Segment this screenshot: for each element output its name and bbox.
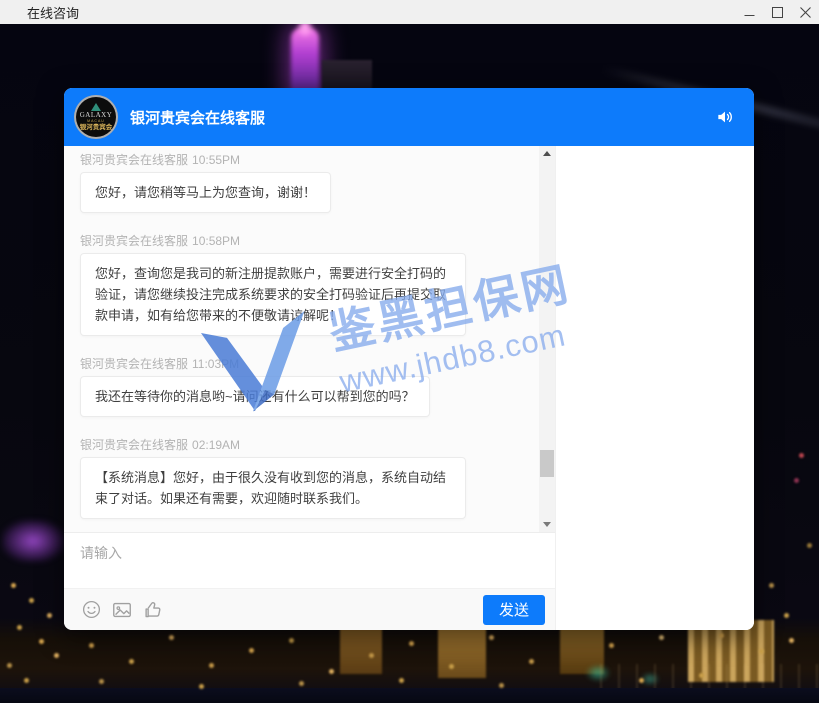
minimize-button[interactable] — [735, 0, 763, 24]
message-time: 10:58PM — [192, 234, 240, 248]
message-sender: 银河贵宾会在线客服 — [80, 153, 188, 167]
chat-window: 在线咨询 — [0, 0, 819, 703]
sound-toggle[interactable] — [714, 106, 736, 128]
thumbs-up-button[interactable] — [142, 599, 164, 621]
window-controls — [735, 0, 819, 24]
message-group: 银河贵宾会在线客服 10:58PM 您好，查询您是我司的新注册提款账户，需要进行安… — [80, 235, 525, 336]
logo-sub: MACAU — [87, 120, 105, 124]
window-title: 在线咨询 — [27, 3, 79, 22]
message-input-area — [64, 532, 555, 588]
close-icon — [800, 7, 811, 18]
maximize-icon — [772, 7, 783, 18]
photo-gold-building — [438, 622, 486, 678]
logo-cn: 银河贵宾会 — [80, 125, 113, 132]
speaker-icon — [715, 107, 735, 127]
message-text: 我还在等待你的消息哟~请问还有什么可以帮到您的吗？ — [95, 386, 415, 407]
message-group: 银河贵宾会在线客服 10:55PM 您好，请您稍等马上为您查询，谢谢！ — [80, 154, 525, 213]
emoji-icon — [81, 599, 102, 620]
message-meta: 银河贵宾会在线客服 10:55PM — [80, 154, 525, 167]
message-group: 银河贵宾会在线客服 02:19AM 【系统消息】您好，由于很久没有收到您的消息，系… — [80, 439, 525, 519]
message-time: 02:19AM — [192, 438, 240, 452]
image-upload-button[interactable] — [111, 599, 133, 621]
send-button[interactable]: 发送 — [483, 595, 545, 625]
chat-title: 银河贵宾会在线客服 — [130, 107, 265, 128]
scroll-down-button[interactable] — [539, 517, 555, 532]
chat-body: 银河贵宾会在线客服 10:55PM 您好，请您稍等马上为您查询，谢谢！ 银河贵宾会… — [64, 146, 754, 630]
photo-scattered-lights — [0, 24, 3, 27]
message-meta: 银河贵宾会在线客服 11:03PM — [80, 358, 525, 371]
image-icon — [111, 599, 133, 621]
triangle-down-icon — [543, 522, 551, 527]
message-sender: 银河贵宾会在线客服 — [80, 357, 188, 371]
message-meta: 银河贵宾会在线客服 10:58PM — [80, 235, 525, 248]
message-input[interactable] — [64, 533, 555, 588]
message-text: 您好，查询您是我司的新注册提款账户，需要进行安全打码的验证，请您继续投注完成系统… — [95, 263, 451, 326]
triangle-up-icon — [543, 151, 551, 156]
message-list: 银河贵宾会在线客服 10:55PM 您好，请您稍等马上为您查询，谢谢！ 银河贵宾会… — [64, 146, 555, 519]
photo-gold-building — [340, 624, 382, 674]
message-time: 10:55PM — [192, 153, 240, 167]
message-text: 【系统消息】您好，由于很久没有收到您的消息，系统自动结束了对话。如果还有需要，欢… — [95, 467, 451, 509]
minimize-icon — [744, 7, 755, 18]
message-meta: 银河贵宾会在线客服 02:19AM — [80, 439, 525, 452]
photo-water — [0, 688, 819, 703]
chat-header: GALAXY MACAU 银河贵宾会 银河贵宾会在线客服 — [64, 88, 754, 146]
message-bubble: 【系统消息】您好，由于很久没有收到您的消息，系统自动结束了对话。如果还有需要，欢… — [80, 457, 466, 519]
message-sender: 银河贵宾会在线客服 — [80, 234, 188, 248]
message-viewport: 银河贵宾会在线客服 10:55PM 您好，请您稍等马上为您查询，谢谢！ 银河贵宾会… — [64, 146, 555, 532]
maximize-button[interactable] — [763, 0, 791, 24]
message-bubble: 您好，查询您是我司的新注册提款账户，需要进行安全打码的验证，请您继续投注完成系统… — [80, 253, 466, 336]
scrollbar-thumb[interactable] — [540, 450, 554, 477]
scrollbar[interactable] — [539, 146, 555, 532]
message-bubble: 我还在等待你的消息哟~请问还有什么可以帮到您的吗？ — [80, 376, 430, 417]
message-group: 银河贵宾会在线客服 11:03PM 我还在等待你的消息哟~请问还有什么可以帮到您的… — [80, 358, 525, 417]
message-sender: 银河贵宾会在线客服 — [80, 438, 188, 452]
thumbs-up-icon — [142, 599, 164, 621]
panel-empty-area — [555, 146, 754, 630]
logo-brand: GALAXY — [80, 112, 113, 119]
titlebar: 在线咨询 — [0, 0, 819, 24]
chat-panel: GALAXY MACAU 银河贵宾会 银河贵宾会在线客服 — [64, 88, 754, 630]
photo-building — [322, 60, 372, 90]
message-time: 11:03PM — [192, 357, 239, 371]
close-button[interactable] — [791, 0, 819, 24]
pyramid-icon — [91, 103, 101, 111]
chat-column: 银河贵宾会在线客服 10:55PM 您好，请您稍等马上为您查询，谢谢！ 银河贵宾会… — [64, 146, 555, 630]
scroll-up-button[interactable] — [539, 146, 555, 161]
composer-toolbar: 发送 — [64, 588, 555, 630]
photo-purple-lights — [2, 520, 64, 562]
emoji-button[interactable] — [80, 599, 102, 621]
galaxy-logo: GALAXY MACAU 银河贵宾会 — [74, 95, 118, 139]
message-text: 您好，请您稍等马上为您查询，谢谢！ — [95, 182, 316, 203]
message-bubble: 您好，请您稍等马上为您查询，谢谢！ — [80, 172, 331, 213]
